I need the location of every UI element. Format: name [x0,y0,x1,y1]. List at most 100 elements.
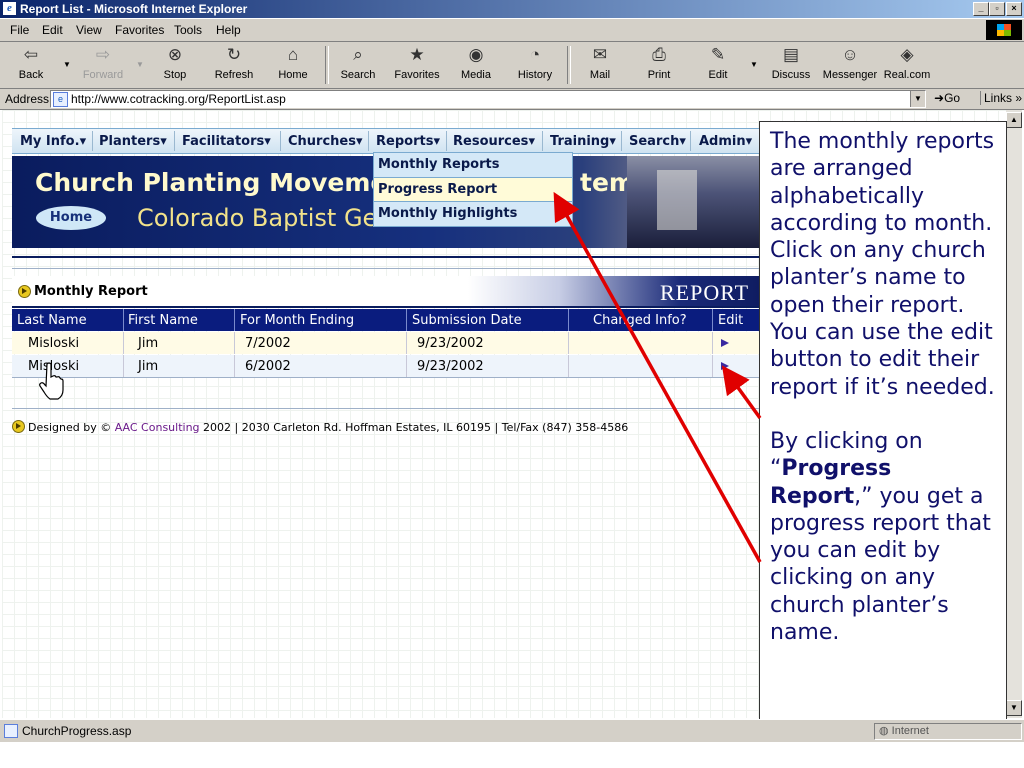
nav-training[interactable]: Training▾ [550,134,616,149]
stop-button[interactable]: ⊗ Stop [148,44,202,86]
close-button[interactable]: × [1006,2,1022,16]
edit-arrow-icon[interactable] [721,339,729,347]
column-changed-info[interactable]: Changed Info? [593,313,687,328]
cell-separator [712,332,713,354]
menu-view[interactable]: View [76,23,102,37]
edit-page-icon: ✎ [710,45,726,64]
menu-item-progress-report[interactable]: Progress Report [374,177,572,202]
forward-dropdown-icon[interactable]: ▼ [136,60,144,69]
banner-title: Church Planting Moveme [35,168,388,197]
column-separator [568,309,569,331]
edit-dropdown-icon[interactable]: ▼ [750,60,758,69]
search-icon: ⌕ [353,45,363,64]
printer-icon: ⎙ [652,45,666,64]
page-footer: Designed by © AAC Consulting 2002 | 2030… [12,420,628,434]
back-dropdown-icon[interactable]: ▼ [63,60,71,69]
refresh-button[interactable]: ↻ Refresh [207,44,261,86]
cell-separator [234,355,235,377]
column-submission-date[interactable]: Submission Date [412,313,522,328]
security-zone: ◍ Internet [874,723,1022,740]
nav-admin[interactable]: Admin▾ [699,134,752,149]
edit-button[interactable]: ✎ Edit [691,44,745,86]
print-button[interactable]: ⎙ Print [632,44,686,86]
edit-arrow-icon[interactable] [721,362,729,370]
back-button[interactable]: ⇦ Back [4,44,58,86]
realcom-button[interactable]: ◈ Real.com [880,44,934,86]
back-arrow-icon: ⇦ [23,45,39,64]
menu-help[interactable]: Help [216,23,241,37]
address-input[interactable]: e http://www.cotracking.org/ReportList.a… [50,90,926,108]
address-dropdown-icon[interactable]: ▼ [910,91,925,107]
bullet-icon [12,420,25,433]
column-month-ending[interactable]: For Month Ending [240,313,354,328]
cell-first-name[interactable]: Jim [138,336,158,351]
home-button[interactable]: ⌂ Home [266,44,320,86]
mail-button[interactable]: ✉ Mail [573,44,627,86]
nav-facilitators[interactable]: Facilitators▾ [182,134,271,149]
favorites-button[interactable]: ★ Favorites [390,44,444,86]
menu-item-monthly-highlights[interactable]: Monthly Highlights [374,202,572,226]
column-separator [406,309,407,331]
minimize-button[interactable]: _ [973,2,989,16]
maximize-button[interactable]: ▫ [989,2,1005,16]
menu-edit[interactable]: Edit [42,23,63,37]
copyright-icon: © [100,421,112,434]
banner-subtitle: Colorado Baptist Gene [137,204,408,232]
address-bar: Address e http://www.cotracking.org/Repo… [0,89,1024,110]
nav-search[interactable]: Search▾ [629,134,686,149]
callout-paragraph-1: The monthly reports are arranged alphabe… [770,129,995,400]
toolbar: ⇦ Back ▼ ⇨ Forward ▼ ⊗ Stop ↻ Refresh ⌂ Home … [0,42,1024,89]
column-first-name[interactable]: First Name [128,313,198,328]
discuss-button[interactable]: ▤ Discuss [764,44,818,86]
address-url: http://www.cotracking.org/ReportList.asp [71,92,286,106]
instruction-callout: The monthly reports are arranged alphabe… [759,121,1007,735]
history-button[interactable]: ◔ History [508,44,562,86]
vertical-scrollbar[interactable]: ▲ ▼ [1006,110,1022,718]
page-icon [4,724,18,738]
column-separator [712,309,713,331]
nav-my-info[interactable]: My Info.▾ [20,134,86,149]
menu-favorites[interactable]: Favorites [115,23,164,37]
realcom-icon: ◈ [900,45,914,64]
cell-month-ending: 6/2002 [245,359,291,374]
column-edit[interactable]: Edit [718,313,743,328]
cell-last-name[interactable]: Misloski [28,336,79,351]
bullet-icon [18,285,31,298]
forward-button[interactable]: ⇨ Forward [76,44,130,86]
cell-separator [712,355,713,377]
menu-file[interactable]: File [10,23,29,37]
home-link-button[interactable]: Home [36,206,106,230]
home-icon: ⌂ [287,45,299,64]
menu-item-monthly-reports[interactable]: Monthly Reports [374,153,572,177]
hand-cursor-icon [39,362,64,400]
go-button[interactable]: ➜Go [934,91,960,105]
table-row[interactable]: Misloski Jim 6/2002 9/23/2002 [12,355,772,378]
scroll-down-icon[interactable]: ▼ [1006,700,1022,716]
media-button[interactable]: ◉ Media [449,44,503,86]
report-section-title: Monthly Report [34,284,148,299]
scroll-up-icon[interactable]: ▲ [1006,112,1022,128]
window-title: Report List - Microsoft Internet Explore… [20,2,248,16]
windows-logo-icon [986,20,1022,40]
nav-separator [621,131,622,151]
messenger-button[interactable]: ☺ Messenger [822,44,878,86]
address-label: Address [5,92,50,106]
aac-consulting-link[interactable]: AAC Consulting [115,421,200,434]
search-button[interactable]: ⌕ Search [331,44,385,86]
nav-separator [368,131,369,151]
menu-tools[interactable]: Tools [174,23,202,37]
column-last-name[interactable]: Last Name [17,313,87,328]
nav-reports[interactable]: Reports▾ [376,134,440,149]
cell-first-name[interactable]: Jim [138,359,158,374]
links-button[interactable]: Links » [980,91,1022,105]
nav-planters[interactable]: Planters▾ [99,134,167,149]
nav-separator [690,131,691,151]
internet-zone-icon: ◍ [879,725,889,737]
cell-separator [406,332,407,354]
nav-churches[interactable]: Churches▾ [288,134,363,149]
table-row[interactable]: Misloski Jim 7/2002 9/23/2002 [12,332,772,354]
status-bar: ChurchProgress.asp ◍ Internet [0,719,1024,742]
cell-submission-date: 9/23/2002 [417,359,484,374]
nav-resources[interactable]: Resources▾ [453,134,535,149]
toolbar-separator [567,46,571,84]
